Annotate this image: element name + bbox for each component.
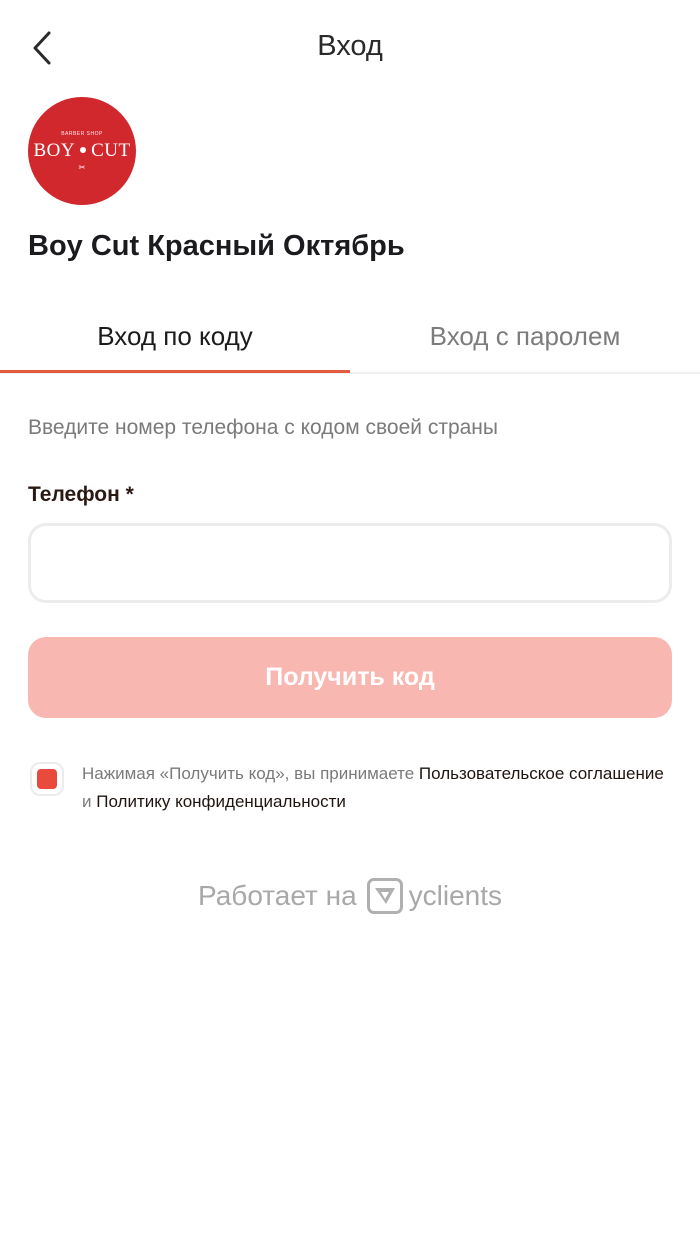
user-agreement-link[interactable]: Пользовательское соглашение: [419, 764, 664, 783]
yclients-logo-icon: [366, 878, 403, 914]
logo-subtitle: BARBER SHOP: [61, 130, 103, 137]
logo-left-word: BOY: [33, 139, 76, 161]
consent-prefix: Нажимая «Получить код», вы принимаете: [82, 764, 419, 783]
login-tabs: Вход по коду Вход с паролем: [0, 300, 700, 374]
tab-login-by-code[interactable]: Вход по коду: [0, 300, 350, 372]
phone-input[interactable]: [28, 523, 672, 603]
page-title: Вход: [317, 30, 383, 62]
consent-text: Нажимая «Получить код», вы принимаете По…: [82, 760, 672, 816]
phone-hint: Введите номер телефона с кодом своей стр…: [28, 416, 498, 439]
header: Вход: [0, 0, 700, 96]
logo-right-word: CUT: [91, 139, 131, 161]
logo-scissors-icon: ✂: [78, 162, 86, 172]
powered-by-label: Работает на: [197, 880, 357, 911]
yclients-brand: yclients: [408, 880, 503, 911]
privacy-policy-link[interactable]: Политику конфиденциальности: [96, 792, 346, 811]
logo-dot-icon: [80, 146, 87, 153]
active-tab-indicator: [0, 370, 350, 373]
checkbox-checked-icon: [37, 769, 57, 789]
tab-login-with-password[interactable]: Вход с паролем: [350, 300, 700, 372]
phone-label: Телефон *: [28, 483, 134, 506]
consent-conjunction: и: [82, 792, 97, 811]
powered-by: Работает на yclients: [0, 878, 700, 914]
company-logo: BARBER SHOP BOY CUT ✂: [28, 97, 136, 205]
consent-checkbox[interactable]: [30, 762, 64, 796]
company-name: Boy Cut Красный Октябрь: [28, 230, 405, 262]
logo-wordmark: BOY CUT: [33, 140, 130, 162]
get-code-button[interactable]: Получить код: [28, 637, 672, 718]
